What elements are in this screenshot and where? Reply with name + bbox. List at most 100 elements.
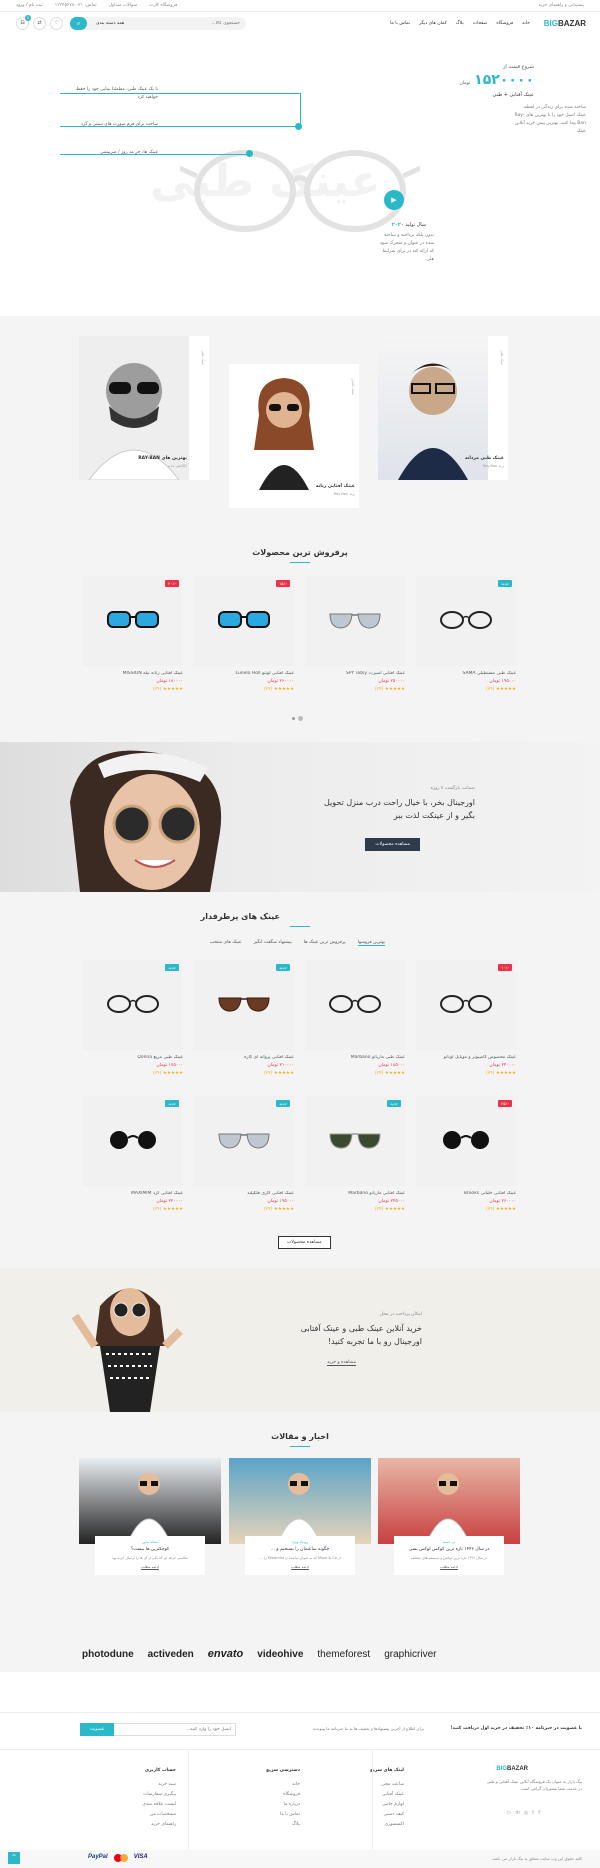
footer-link[interactable]: راهنمای خرید (116, 1820, 176, 1830)
product-image[interactable]: جدید (194, 960, 294, 1050)
brand-logo[interactable]: videohive (257, 1649, 303, 1660)
news-title[interactable]: در سال ۱۴۴۶ تازه ترین کوکس لوکس بسی (398, 1547, 500, 1552)
footer-link[interactable]: لوازم جانبی (344, 1800, 404, 1810)
promo-button[interactable]: مشاهده محصولات (365, 838, 420, 851)
footer-link[interactable]: خانه (240, 1780, 300, 1790)
product-image[interactable]: جدید (416, 576, 516, 666)
product-image[interactable]: جدید (83, 1096, 183, 1186)
product-name[interactable]: عینک آفتابی گرد MAXIMIM (83, 1191, 183, 1196)
instagram-icon[interactable]: ◎ (524, 1810, 528, 1816)
product-image[interactable]: -۱۰٪ (416, 960, 516, 1050)
nav-item-home[interactable]: خانه (522, 21, 530, 26)
news-card[interactable]: مجله مدور کوچکترین ها بیست؟ عکاسی حرفه ای … (79, 1458, 221, 1575)
nav-item-blog[interactable]: بلاگ (456, 21, 464, 26)
tab-offer[interactable]: پیشنهاد شگفت انگیز (254, 940, 292, 946)
nav-item-contact[interactable]: تماس با ما (390, 21, 410, 26)
product-name[interactable]: عینک طبی مربع Donna (83, 1055, 183, 1060)
nav-item-shop[interactable]: فروشگاه (496, 21, 513, 26)
product-name[interactable]: عینک آفتابی خلبانی Brooks (416, 1191, 516, 1196)
footer-link[interactable]: لیست علاقه مندی (116, 1800, 176, 1810)
scroll-top-button[interactable]: ^ (8, 1852, 20, 1864)
compare-button[interactable]: ⇄ (33, 17, 46, 30)
footer-link[interactable]: بلاگ (240, 1820, 300, 1830)
search-input[interactable] (170, 19, 240, 28)
news-more-link[interactable]: ادامه مطلب (398, 1565, 500, 1569)
model-card[interactable]: عینک طبی مردانه برند Ray-Ban عینک طبی (378, 336, 508, 480)
product-image[interactable] (305, 576, 405, 666)
footer-link[interactable]: تماس با ما (240, 1810, 300, 1820)
brand-logo[interactable]: activeden (148, 1649, 194, 1660)
newsletter-submit[interactable]: عضویت (80, 1723, 114, 1736)
product-card[interactable]: -۲۰٪ عینک آفتابی زنانه نیله MISSION ۱۸۰۰۰۰… (83, 576, 183, 692)
brand-logo[interactable]: graphicriver (384, 1649, 436, 1660)
news-more-link[interactable]: ادامه مطلب (249, 1565, 351, 1569)
product-card[interactable]: عینک آفتابی اسپرت SPY Tobiy ۲۵۰۰۰۰ تومان ★… (305, 576, 405, 692)
search-button[interactable]: ⌕ (70, 17, 87, 30)
footer-link[interactable]: درباره ما (240, 1800, 300, 1810)
play-button[interactable]: ▶ (384, 190, 404, 210)
model-card[interactable]: بهترین های RAY-BAN کالکشن جدید عینک طبی (79, 336, 209, 480)
product-name[interactable]: عینک آفتابی پروانه ای کاره (194, 1055, 294, 1060)
news-card[interactable]: بی دسته در سال ۱۴۴۶ تازه ترین کوکس لوکس ب… (378, 1458, 520, 1575)
tab-top[interactable]: پرفروش ترین عینک ها (304, 940, 346, 946)
product-image[interactable]: جدید (83, 960, 183, 1050)
nav-item-pages[interactable]: صفحات (473, 21, 488, 26)
youtube-icon[interactable]: ▷ (507, 1810, 511, 1816)
facebook-icon[interactable]: f (538, 1810, 540, 1816)
footer-logo[interactable]: BIGBAZAR (496, 1766, 528, 1772)
news-image[interactable] (378, 1458, 520, 1544)
news-image[interactable] (79, 1458, 221, 1544)
product-card[interactable]: جدید عینک طبی مربع Donna ۱۷۵۰۰۰ تومان ★★★★★… (83, 960, 183, 1076)
footer-link[interactable]: کیف دستی (344, 1810, 404, 1820)
nav-item-other[interactable]: کمان های دیگر (419, 21, 447, 26)
tab-best[interactable]: بهترین فروشها (357, 940, 385, 946)
topbar-link[interactable]: ثبت نام / ورود (16, 3, 43, 8)
product-name[interactable]: عینک آفتابی اسپرت SPY Tobiy (305, 671, 405, 676)
product-image[interactable]: جدید (194, 1096, 294, 1186)
product-name[interactable]: عینک آفتابی لونتو Lunelo Holl (194, 671, 294, 676)
brand-logo[interactable]: photodune (82, 1649, 134, 1660)
product-image[interactable]: جدید (305, 1096, 405, 1186)
product-card[interactable]: جدید عینک آفتابی گرد MAXIMIM ۲۲۰۰۰۰ تومان ★… (83, 1096, 183, 1212)
footer-link[interactable]: سبد خرید (116, 1780, 176, 1790)
model-card[interactable]: عینک آفتابی زنانه برند Ray-Ban عینک آفتا… (229, 364, 359, 508)
product-card[interactable]: -۱۰٪ عینک مخصوص کامپیوتر و موبایل لونانو ۲… (416, 960, 516, 1076)
product-card[interactable]: جدید عینک آفتابی پروانه ای کاره ۲۱۰۰۰۰ توم… (194, 960, 294, 1076)
footer-link[interactable]: ساعت مچی (344, 1780, 404, 1790)
wishlist-button[interactable]: ♡ (50, 17, 63, 30)
product-card[interactable]: -۲۵٪ عینک آفتابی خلبانی Brooks ۲۶۰۰۰۰ توما… (416, 1096, 516, 1212)
product-name[interactable]: عینک آفتابی زنانه نیله MISSION (83, 671, 183, 676)
footer-link[interactable]: مشخصات من (116, 1810, 176, 1820)
news-title[interactable]: چگونه ساعتمان را بسنجیم و ... (249, 1547, 351, 1552)
news-card[interactable]: رویداد ویژه چگونه ساعتمان را بسنجیم و ...… (229, 1458, 371, 1575)
footer-link[interactable]: عینک آفتابی (344, 1790, 404, 1800)
topbar-link[interactable]: فروشگاه کارت (149, 3, 177, 8)
footer-link[interactable]: پیگیری سفارشات (116, 1790, 176, 1800)
carousel-dots[interactable] (292, 716, 303, 721)
product-image[interactable]: -۲۵٪ (416, 1096, 516, 1186)
product-card[interactable]: جدید عینک آفتابی کاری فلگپلند ۱۹۵۰۰۰ تومان… (194, 1096, 294, 1212)
brand-logo[interactable]: envato (208, 1648, 243, 1660)
product-name[interactable]: عینک طبی مستطیلی SAMA (416, 671, 516, 676)
product-card[interactable]: -۱۵٪ عینک آفتابی لونتو Lunelo Holl ۲۶۰۰۰۰ … (194, 576, 294, 692)
product-name[interactable]: عینک طبی ماربانو Marbano (305, 1055, 405, 1060)
twitter-icon[interactable]: t (532, 1810, 534, 1816)
topbar-link[interactable]: سوالات متداول (109, 3, 137, 8)
footer-link[interactable]: اکسسوری (344, 1820, 404, 1830)
promo2-link[interactable]: مشاهده و خرید (327, 1360, 356, 1366)
cart-button[interactable]: ⊟ 0 (16, 15, 31, 30)
logo[interactable]: BIGBAZAR (544, 19, 586, 28)
news-title[interactable]: کوچکترین ها بیست؟ (99, 1547, 201, 1552)
news-image[interactable] (229, 1458, 371, 1544)
more-products-button[interactable]: مشاهده محصولات (278, 1236, 331, 1249)
brand-logo[interactable]: themeforest (317, 1649, 370, 1660)
footer-link[interactable]: فروشگاه (240, 1790, 300, 1800)
product-name[interactable]: عینک آفتابی ماربانو Marbano (305, 1191, 405, 1196)
linkedin-icon[interactable]: in (515, 1810, 520, 1816)
category-select[interactable]: همه دسته بندی (96, 21, 124, 26)
product-image[interactable]: -۱۵٪ (194, 576, 294, 666)
product-image[interactable] (305, 960, 405, 1050)
topbar-link[interactable]: تماس: ۰۲۱-۱۲۳۴۵۶۷۸ (55, 3, 97, 8)
news-more-link[interactable]: ادامه مطلب (99, 1565, 201, 1569)
product-card[interactable]: جدید عینک آفتابی ماربانو Marbano ۲۴۵۰۰۰ تو… (305, 1096, 405, 1212)
